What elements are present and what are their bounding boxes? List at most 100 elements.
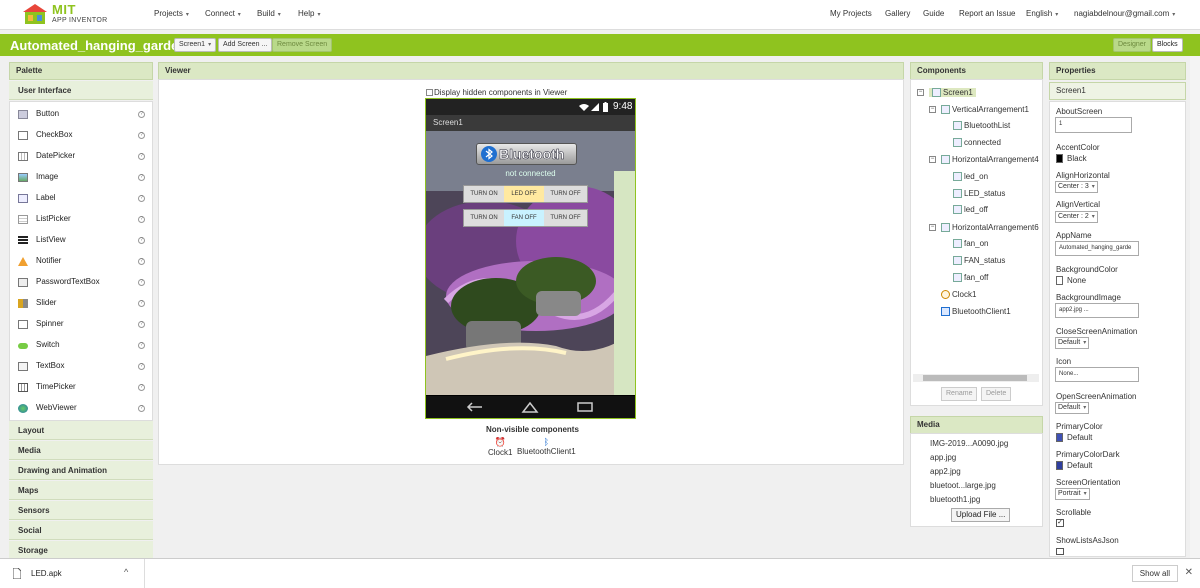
app-name-input[interactable]: Automated_hanging_garde xyxy=(1055,241,1139,256)
menu-build[interactable]: Build ▾ xyxy=(257,9,281,18)
link-my-projects[interactable]: My Projects xyxy=(830,9,872,18)
fan-on-button[interactable]: TURN ON xyxy=(464,210,504,226)
palette-category-sensors[interactable]: Sensors xyxy=(9,501,153,520)
accent-color-picker[interactable]: Black xyxy=(1056,154,1087,164)
screen-select[interactable]: Screen1 ▾ xyxy=(174,38,217,52)
help-icon[interactable]: ? xyxy=(138,111,145,118)
link-gallery[interactable]: Gallery xyxy=(885,9,910,18)
help-icon[interactable]: ? xyxy=(138,237,145,244)
palette-item-webviewer[interactable]: WebViewer ? xyxy=(10,398,154,418)
menu-help[interactable]: Help ▾ xyxy=(298,9,320,18)
collapse-icon[interactable]: − xyxy=(917,89,924,96)
menu-projects[interactable]: Projects ▾ xyxy=(154,9,189,18)
designer-button[interactable]: Designer xyxy=(1113,38,1152,52)
palette-item-switch[interactable]: Switch ? xyxy=(10,335,154,355)
palette-item-notifier[interactable]: Notifier ? xyxy=(10,251,154,271)
close-icon[interactable]: ✕ xyxy=(1185,567,1193,578)
show-all-button[interactable]: Show all xyxy=(1131,565,1178,582)
led-on-button[interactable]: TURN ON xyxy=(464,186,504,202)
close-animation-select[interactable]: Default ▾ xyxy=(1055,337,1090,349)
help-icon[interactable]: ? xyxy=(138,321,145,328)
palette-item-image[interactable]: Image ? xyxy=(10,167,154,187)
scrollbar-thumb[interactable] xyxy=(923,375,1027,381)
media-file[interactable]: bluetooth1.jpg xyxy=(930,495,980,504)
media-file[interactable]: app2.jpg xyxy=(930,467,961,476)
screen-orientation-select[interactable]: Portrait ▾ xyxy=(1055,488,1090,500)
link-report-issue[interactable]: Report an Issue xyxy=(959,9,1015,18)
tree-item-horizontalarrangement6[interactable]: HorizontalArrangement6 xyxy=(941,223,1039,233)
palette-item-datepicker[interactable]: DatePicker ? xyxy=(10,146,154,166)
palette-category-media[interactable]: Media xyxy=(9,441,153,460)
led-off-button[interactable]: TURN OFF xyxy=(544,186,587,202)
help-icon[interactable]: ? xyxy=(138,405,145,412)
palette-item-slider[interactable]: Slider ? xyxy=(10,293,154,313)
palette-item-listview[interactable]: ListView ? xyxy=(10,230,154,250)
link-guide[interactable]: Guide xyxy=(923,9,944,18)
page-scrollbar[interactable] xyxy=(1190,56,1200,558)
rename-button[interactable]: Rename xyxy=(941,387,978,401)
tree-item-led-off[interactable]: led_off xyxy=(953,205,988,215)
palette-category-maps[interactable]: Maps xyxy=(9,481,153,500)
help-icon[interactable]: ? xyxy=(138,153,145,160)
help-icon[interactable]: ? xyxy=(138,216,145,223)
primary-dark-color-picker[interactable]: Default xyxy=(1056,461,1092,471)
icon-input[interactable]: None... xyxy=(1055,367,1139,382)
collapse-icon[interactable]: − xyxy=(929,156,936,163)
add-screen-button[interactable]: Add Screen ... xyxy=(218,38,273,52)
tree-item-fan-on[interactable]: fan_on xyxy=(953,239,988,249)
checkbox-box[interactable] xyxy=(426,89,433,97)
background-color-picker[interactable]: None xyxy=(1056,276,1086,286)
nonvisible-bluetooth[interactable]: ᛒ BluetoothClient1 xyxy=(517,437,576,456)
palette-item-label[interactable]: Label ? xyxy=(10,188,154,208)
menu-connect[interactable]: Connect ▾ xyxy=(205,9,241,18)
tree-item-led-on[interactable]: led_on xyxy=(953,172,988,182)
tree-item-screen1[interactable]: Screen1 xyxy=(929,88,976,98)
palette-category-social[interactable]: Social xyxy=(9,521,153,540)
chevron-up-icon[interactable]: ^ xyxy=(124,567,128,577)
palette-category-drawing[interactable]: Drawing and Animation xyxy=(9,461,153,480)
palette-item-timepicker[interactable]: TimePicker ? xyxy=(10,377,154,397)
delete-button[interactable]: Delete xyxy=(981,387,1012,401)
align-horizontal-select[interactable]: Center : 3 ▾ xyxy=(1055,181,1098,193)
tree-item-connected[interactable]: connected xyxy=(953,138,1001,148)
help-icon[interactable]: ? xyxy=(138,195,145,202)
palette-category-user-interface[interactable]: User Interface xyxy=(9,81,153,100)
download-item[interactable]: LED.apk ^ xyxy=(0,559,145,588)
palette-item-listpicker[interactable]: ListPicker ? xyxy=(10,209,154,229)
align-vertical-select[interactable]: Center : 2 ▾ xyxy=(1055,211,1098,223)
media-file[interactable]: app.jpg xyxy=(930,453,956,462)
palette-item-passwordtextbox[interactable]: PasswordTextBox ? xyxy=(10,272,154,292)
tree-item-fan-status[interactable]: FAN_status xyxy=(953,256,1005,266)
tree-item-bluetoothclient1[interactable]: BluetoothClient1 xyxy=(941,307,1011,317)
upload-file-button[interactable]: Upload File ... xyxy=(951,508,1011,522)
app-inventor-logo[interactable]: MIT APP INVENTOR xyxy=(22,2,132,28)
display-hidden-checkbox[interactable]: Display hidden components in Viewer xyxy=(426,88,567,97)
help-icon[interactable]: ? xyxy=(138,132,145,139)
scrollable-checkbox[interactable]: ✓ xyxy=(1056,519,1064,527)
palette-category-layout[interactable]: Layout xyxy=(9,421,153,440)
bluetooth-list-picker[interactable]: Bluetooth xyxy=(476,143,577,165)
media-file[interactable]: bluetoot...large.jpg xyxy=(930,481,996,490)
help-icon[interactable]: ? xyxy=(138,300,145,307)
tree-item-verticalarrangement1[interactable]: VerticalArrangement1 xyxy=(941,105,1029,115)
tree-item-clock1[interactable]: Clock1 xyxy=(941,290,976,300)
components-scrollbar[interactable] xyxy=(913,374,1039,382)
menu-language[interactable]: English ▾ xyxy=(1026,9,1058,18)
help-icon[interactable]: ? xyxy=(138,174,145,181)
showlists-checkbox[interactable] xyxy=(1056,548,1064,555)
palette-item-textbox[interactable]: TextBox ? xyxy=(10,356,154,376)
help-icon[interactable]: ? xyxy=(138,258,145,265)
tree-item-led-status[interactable]: LED_status xyxy=(953,189,1005,199)
palette-item-checkbox[interactable]: CheckBox ? xyxy=(10,125,154,145)
remove-screen-button[interactable]: Remove Screen xyxy=(272,38,333,52)
tree-item-bluetoothlist[interactable]: BluetoothList xyxy=(953,121,1010,131)
tree-item-fan-off[interactable]: fan_off xyxy=(953,273,988,283)
fan-off-button[interactable]: TURN OFF xyxy=(544,210,587,226)
help-icon[interactable]: ? xyxy=(138,384,145,391)
help-icon[interactable]: ? xyxy=(138,279,145,286)
tree-item-horizontalarrangement4[interactable]: HorizontalArrangement4 xyxy=(941,155,1039,165)
background-image-input[interactable]: app2.jpg ... xyxy=(1055,303,1139,318)
help-icon[interactable]: ? xyxy=(138,363,145,370)
nonvisible-clock[interactable]: ⏰ Clock1 xyxy=(488,437,512,457)
collapse-icon[interactable]: − xyxy=(929,106,936,113)
